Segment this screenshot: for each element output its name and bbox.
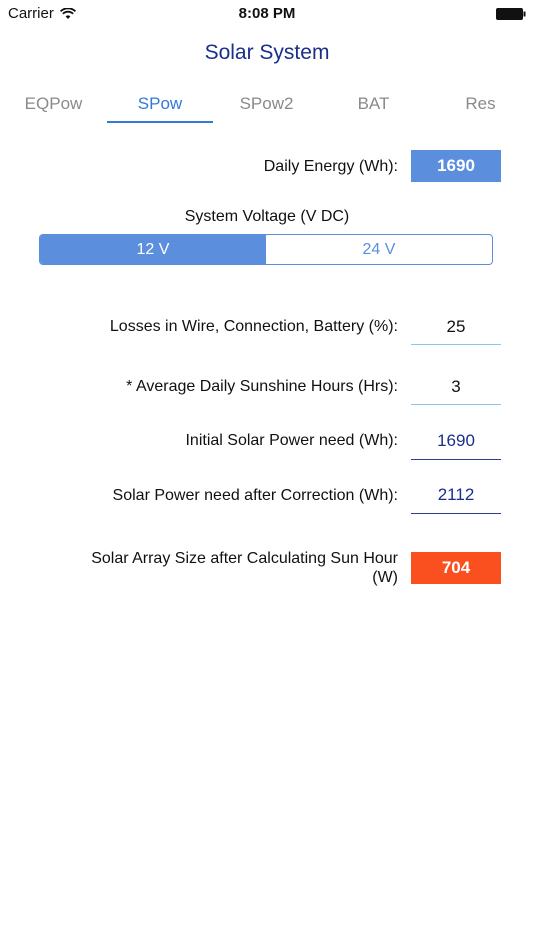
array-size-label-line1: Solar Array Size after Calculating Sun H…	[91, 550, 398, 567]
voltage-option-24v[interactable]: 24 V	[266, 235, 492, 264]
daily-energy-label: Daily Energy (Wh):	[263, 158, 398, 175]
array-size-label-line2: (W)	[372, 569, 398, 586]
losses-label: Losses in Wire, Connection, Battery (%):	[109, 318, 398, 335]
tab-spow2[interactable]: SPow2	[213, 85, 320, 123]
initial-power-value: 1690	[411, 424, 501, 460]
tab-active-indicator	[107, 121, 213, 123]
initial-power-label: Initial Solar Power need (Wh):	[185, 432, 398, 449]
sunshine-hours-input[interactable]	[411, 370, 501, 405]
tab-spow[interactable]: SPow	[107, 85, 213, 123]
status-bar: Carrier 8:08 PM	[0, 0, 534, 28]
system-voltage-selector: 12 V 24 V	[39, 234, 493, 265]
voltage-option-12v[interactable]: 12 V	[40, 235, 266, 264]
battery-icon	[496, 8, 526, 20]
daily-energy-value: 1690	[411, 150, 501, 182]
array-size-label: Solar Array Size after Calculating Sun H…	[91, 549, 398, 587]
status-time: 8:08 PM	[238, 5, 296, 22]
corrected-power-value: 2112	[411, 478, 501, 514]
page-title: Solar System	[204, 41, 330, 64]
tab-res[interactable]: Res	[427, 85, 534, 123]
array-size-value: 704	[411, 552, 501, 584]
system-voltage-label: System Voltage (V DC)	[184, 208, 350, 225]
losses-input[interactable]	[411, 310, 501, 345]
tab-bat[interactable]: BAT	[320, 85, 427, 123]
tab-eqpow[interactable]: EQPow	[0, 85, 107, 123]
tab-bar: EQPow SPow SPow2 BAT Res	[0, 85, 534, 125]
sunshine-hours-label: * Average Daily Sunshine Hours (Hrs):	[126, 378, 398, 395]
corrected-power-label: Solar Power need after Correction (Wh):	[112, 487, 398, 504]
